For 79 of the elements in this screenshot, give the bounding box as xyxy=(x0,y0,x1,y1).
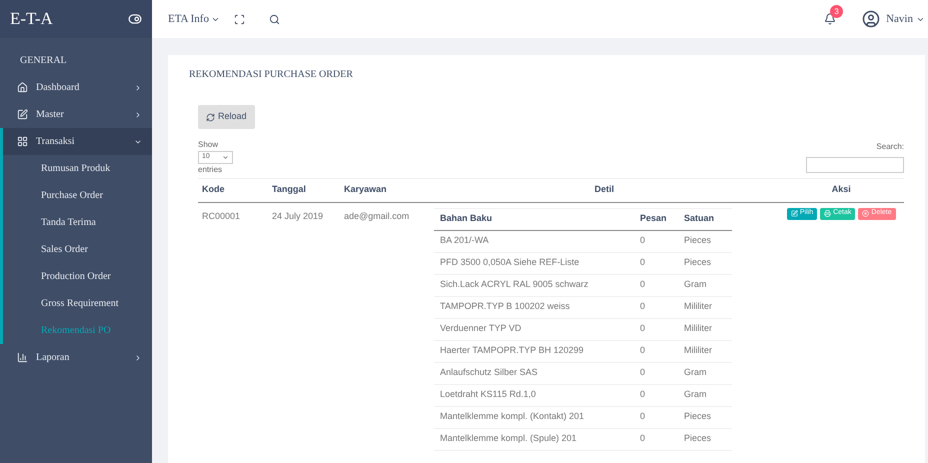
table-cell: Pieces xyxy=(678,252,732,274)
notification-badge: 3 xyxy=(830,5,844,18)
table-cell: 0 xyxy=(634,340,678,362)
table-cell: TAMPOPR.TYP B 100202 weiss xyxy=(434,296,634,318)
menu-icon xyxy=(17,352,28,363)
table-cell: 0 xyxy=(634,252,678,274)
caret-icon xyxy=(222,154,229,161)
chevron-icon xyxy=(134,110,142,118)
sidebar-item[interactable]: Master xyxy=(3,101,152,128)
table-cell: 0 xyxy=(634,428,678,450)
column-header: Karyawan xyxy=(340,178,430,202)
menu-icon xyxy=(17,109,28,120)
submenu-item[interactable]: Sales Order xyxy=(3,236,152,263)
column-header: Bahan Baku xyxy=(434,208,634,230)
reload-icon xyxy=(206,112,215,122)
notification-icon[interactable] xyxy=(824,13,836,25)
search-label: Search: xyxy=(876,140,904,152)
table-cell: 0 xyxy=(634,362,678,384)
submenu-item[interactable]: Gross Requirement xyxy=(3,290,152,317)
table-cell: Pieces xyxy=(678,428,732,450)
menu-icon xyxy=(17,136,28,147)
column-header: Satuan xyxy=(678,208,732,230)
table-cell: 0 xyxy=(634,406,678,428)
submenu-item[interactable]: Tanda Terima xyxy=(3,209,152,236)
show-label: Show xyxy=(198,139,220,151)
column-header: Kode xyxy=(198,178,268,202)
page-title: REKOMENDASI PURCHASE ORDER xyxy=(189,68,354,82)
table-cell: BA 201/-WA xyxy=(434,230,634,252)
sidebar-item[interactable]: Dashboard xyxy=(3,74,152,101)
delete-icon xyxy=(862,210,870,217)
brand-logo[interactable]: E-T-A xyxy=(10,6,53,32)
table-cell: Mililiter xyxy=(678,340,732,362)
menu-icon xyxy=(17,82,28,93)
table-cell: 24 July 2019 xyxy=(268,202,340,450)
search-field[interactable] xyxy=(806,156,904,172)
table-cell: Pieces xyxy=(678,406,732,428)
table-cell: 0 xyxy=(634,296,678,318)
search-icon[interactable] xyxy=(268,14,280,24)
column-header: Detil xyxy=(430,178,778,202)
table-cell: Verduenner TYP VD xyxy=(434,318,634,340)
table-cell: PFD 3500 0,050A Siehe REF-Liste xyxy=(434,252,634,274)
table-cell: Pieces xyxy=(678,230,732,252)
table-cell: Haerter TAMPOPR.TYP BH 120299 xyxy=(434,340,634,362)
table-cell: 0 xyxy=(634,318,678,340)
table-cell: Gram xyxy=(678,384,732,406)
user-menu[interactable]: Navin xyxy=(886,10,925,28)
entries-label: entries xyxy=(198,164,224,176)
fullscreen-icon[interactable] xyxy=(234,14,245,24)
column-header: Aksi xyxy=(778,178,904,202)
table-cell: ade@gmail.com xyxy=(340,202,430,450)
eta-info-menu[interactable]: ETA Info xyxy=(168,10,220,28)
chevron-icon xyxy=(134,84,142,92)
table-cell: 0 xyxy=(634,230,678,252)
table-cell: 0 xyxy=(634,274,678,296)
chevron-icon xyxy=(134,354,142,362)
table-cell: Mantelklemme kompl. (Spule) 201 xyxy=(434,428,634,450)
column-header: Tanggal xyxy=(268,178,340,202)
submenu-item[interactable]: Purchase Order xyxy=(3,182,152,209)
reload-button[interactable]: Reload xyxy=(198,105,255,129)
table-cell: Mililiter xyxy=(678,318,732,340)
table-cell: Gram xyxy=(678,274,732,296)
toggle-icon[interactable] xyxy=(128,12,142,26)
table-cell: Sich.Lack ACRYL RAL 9005 schwarz xyxy=(434,274,634,296)
avatar-icon[interactable] xyxy=(862,10,880,28)
table-cell: 0 xyxy=(634,384,678,406)
section-label: GENERAL xyxy=(19,54,68,68)
table-cell: Gram xyxy=(678,362,732,384)
table-cell: Loetdraht KS115 Rd.1,0 xyxy=(434,384,634,406)
column-header: Pesan xyxy=(634,208,678,230)
submenu-item[interactable]: Rumusan Produk xyxy=(3,155,152,182)
table-cell: Mantelklemme kompl. (Kontakt) 201 xyxy=(434,406,634,428)
sidebar-item[interactable]: Laporan xyxy=(3,344,152,371)
table-cell: Mililiter xyxy=(678,296,732,318)
sidebar-item[interactable]: Transaksi xyxy=(3,128,152,155)
table-cell: RC00001 xyxy=(198,202,268,450)
submenu-item[interactable]: Production Order xyxy=(3,263,152,290)
edit-icon xyxy=(790,210,798,217)
table-cell: Anlaufschutz Silber SAS xyxy=(434,362,634,384)
print-icon xyxy=(824,210,832,217)
